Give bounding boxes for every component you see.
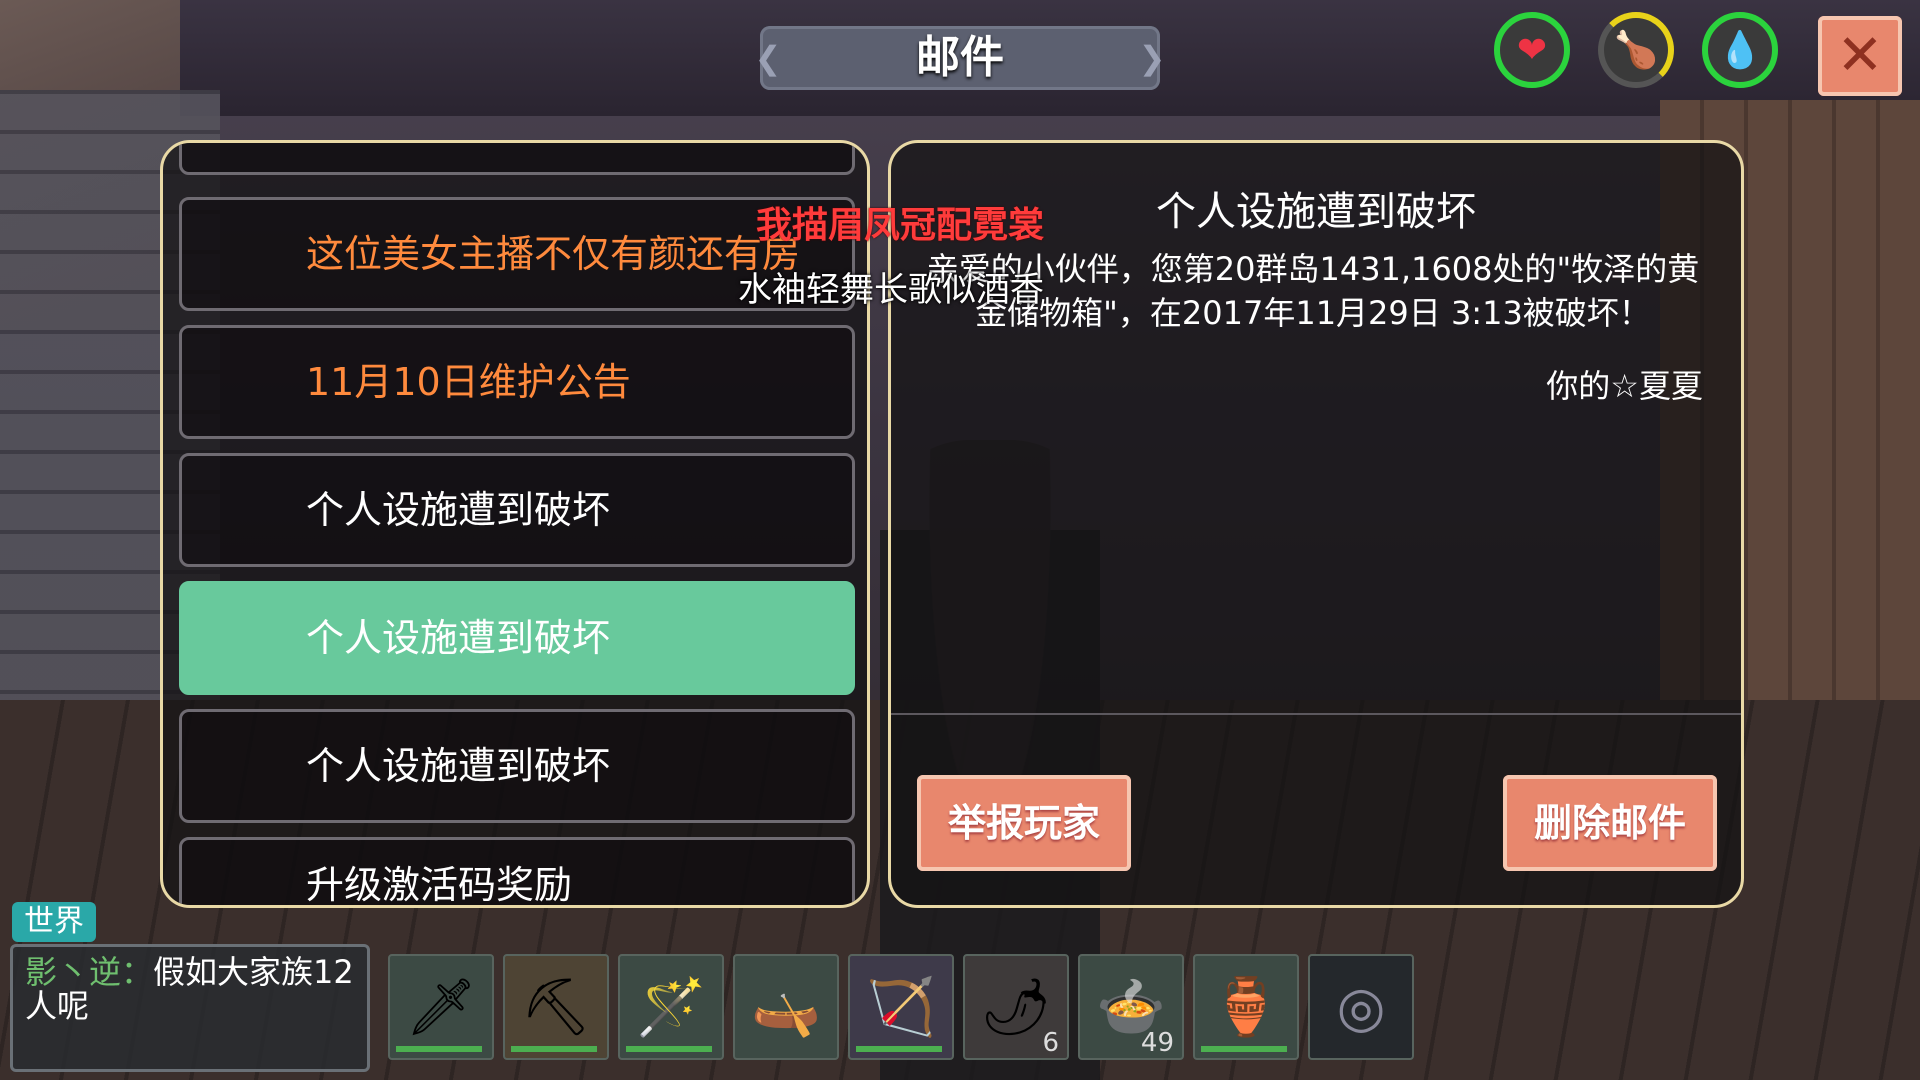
hotbar-slot[interactable]: 🗡 — [388, 954, 494, 1060]
floating-chat-text-red: 我描眉凤冠配霓裳 — [756, 205, 1045, 246]
mail-item-label: 11月10日维护公告 — [306, 360, 631, 404]
hotbar-slot[interactable]: 🌶 6 — [963, 954, 1069, 1060]
hotbar-slot[interactable]: 🏹 — [848, 954, 954, 1060]
mail-list-item[interactable]: 升级激活码奖励 — [179, 837, 855, 907]
mail-item-label: 个人设施遭到破坏 — [306, 488, 611, 532]
banner-ornament-right-icon: ❯ — [1138, 39, 1166, 77]
drumstick-icon: 🍗 — [1598, 12, 1674, 88]
water-drop-icon: 💧 — [1702, 12, 1778, 88]
durability-bar — [511, 1046, 597, 1052]
chat-sender: 影丶逆： — [25, 953, 154, 991]
mail-item-label: 个人设施遭到破坏 — [306, 744, 611, 788]
heart-icon: ❤ — [1494, 12, 1570, 88]
mail-signature: 你的☆夏夏 — [1546, 367, 1703, 405]
hotbar-slot[interactable]: 🏺 — [1193, 954, 1299, 1060]
chat-box[interactable]: 影丶逆：假如大家族12人呢 — [10, 944, 370, 1072]
divider — [891, 713, 1741, 715]
gourd-flask-icon: 🏺 — [1211, 975, 1281, 1040]
mail-item-label: 这位美女主播不仅有颜还有房 — [306, 232, 801, 276]
mail-list-panel[interactable]: 这位美女主播不仅有颜还有房 11月10日维护公告 个人设施遭到破坏 个人设施遭到… — [160, 140, 870, 908]
mail-list-item[interactable]: 个人设施遭到破坏 — [179, 709, 855, 823]
close-button[interactable]: ✕ — [1818, 16, 1902, 96]
mail-detail-panel: 个人设施遭到破坏 亲爱的小伙伴，您第20群岛1431,1608处的"牧泽的黄金储… — [888, 140, 1744, 908]
hotbar-slot[interactable]: ◎ — [1308, 954, 1414, 1060]
mail-item-label: 升级激活码奖励 — [306, 863, 573, 907]
mail-list-item[interactable]: 11月10日维护公告 — [179, 325, 855, 439]
chat-tab-world[interactable]: 世界 — [12, 902, 96, 942]
wooden-boat-icon: 🛶 — [751, 975, 821, 1040]
title-banner: ❮ 邮件 ❯ — [755, 26, 1165, 90]
durability-bar — [626, 1046, 712, 1052]
hotbar-slot[interactable]: 🍲 49 — [1078, 954, 1184, 1060]
chili-pepper-icon: 🌶 — [980, 975, 1052, 1040]
hotbar-slot[interactable]: ⛏ — [503, 954, 609, 1060]
hotbar-slot[interactable]: 🛶 — [733, 954, 839, 1060]
discus-icon: ◎ — [1336, 974, 1386, 1040]
hotbar-slot[interactable]: 🪄 — [618, 954, 724, 1060]
durability-bar — [1201, 1046, 1287, 1052]
delete-mail-button[interactable]: 删除邮件 — [1503, 775, 1717, 871]
ice-sword-icon: 🗡 — [405, 975, 477, 1040]
durability-bar — [396, 1046, 482, 1052]
mail-list-item-selected[interactable]: 个人设施遭到破坏 — [179, 581, 855, 695]
durability-bar — [856, 1046, 942, 1052]
item-count: 49 — [1140, 1028, 1174, 1058]
page-title: 邮件 — [916, 32, 1004, 83]
crossbow-icon: 🏹 — [866, 975, 936, 1040]
floating-chat-text-white: 水袖轻舞长歌似酒香 — [738, 270, 1044, 310]
report-player-button[interactable]: 举报玩家 — [917, 775, 1131, 871]
item-count: 6 — [1042, 1028, 1059, 1058]
pickaxe-icon: ⛏ — [520, 975, 592, 1040]
magic-staff-icon: 🪄 — [636, 975, 706, 1040]
mail-item-label: 个人设施遭到破坏 — [306, 616, 611, 660]
mail-list-item[interactable]: 个人设施遭到破坏 — [179, 453, 855, 567]
mail-list-item[interactable] — [179, 143, 855, 175]
